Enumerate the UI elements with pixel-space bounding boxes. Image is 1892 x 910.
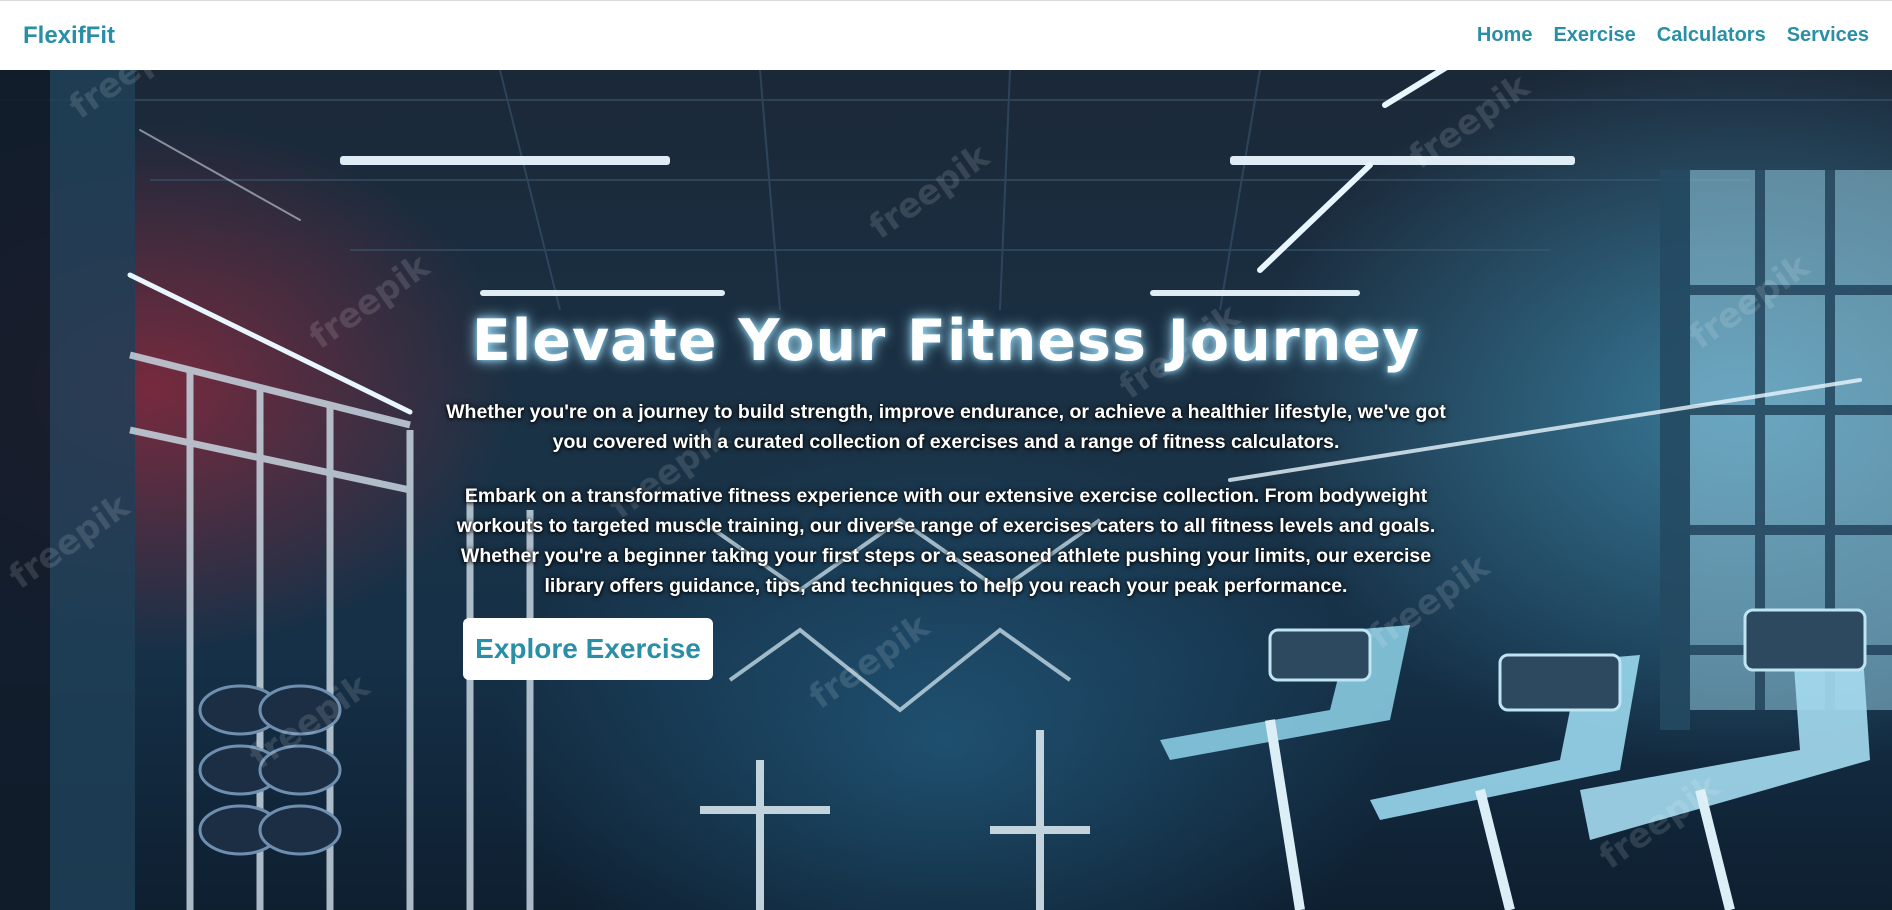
brand-logo[interactable]: FlexifFit (23, 22, 115, 50)
hero-section: freepik freepik freepik freepik freepik … (0, 70, 1892, 910)
hero-content: Elevate Your Fitness Journey Whether you… (446, 305, 1446, 601)
watermark-text: freepik (862, 136, 998, 248)
nav-link-calculators[interactable]: Calculators (1657, 24, 1766, 47)
hero-intro-paragraph: Whether you're on a journey to build str… (446, 401, 1446, 453)
nav-link-services[interactable]: Services (1787, 24, 1869, 47)
watermark-text: freepik (302, 246, 438, 358)
hero-title: Elevate Your Fitness Journey (471, 308, 1421, 374)
explore-exercise-button[interactable]: Explore Exercise (463, 618, 713, 680)
nav-link-home[interactable]: Home (1477, 24, 1533, 47)
top-navbar: FlexifFit Home Exercise Calculators Serv… (0, 0, 1892, 70)
main-nav: Home Exercise Calculators Services (1477, 24, 1869, 47)
watermark-text: freepik (802, 606, 938, 718)
nav-link-exercise[interactable]: Exercise (1553, 24, 1635, 47)
hero-description-paragraph: Embark on a transformative fitness exper… (456, 485, 1436, 597)
